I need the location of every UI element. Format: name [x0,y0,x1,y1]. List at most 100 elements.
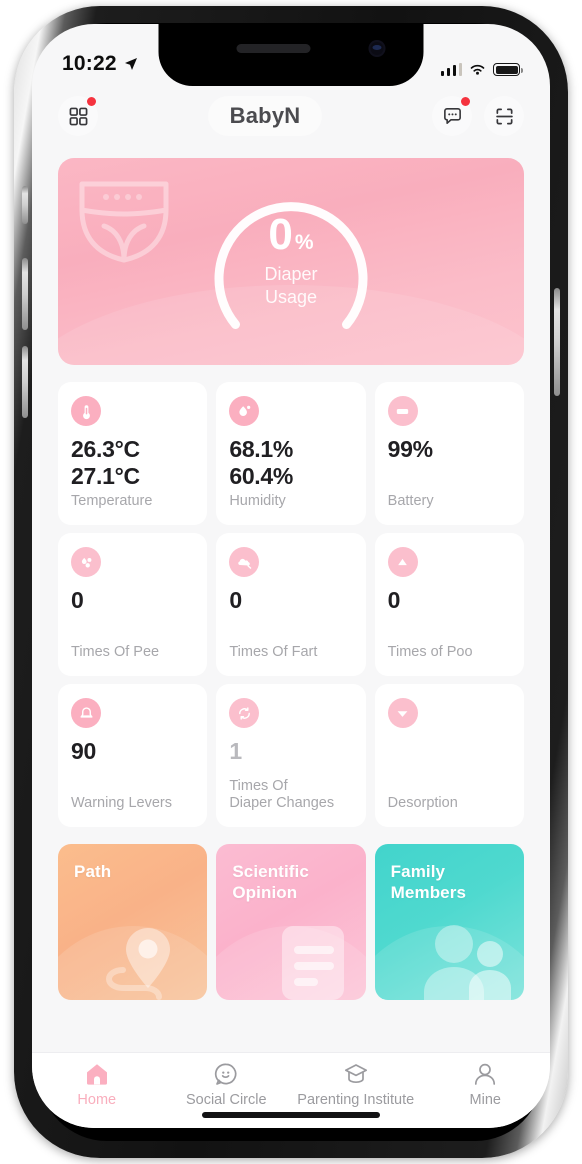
diaper-changes-label-1: Times Of [229,777,288,794]
metric-card-times-of-fart[interactable]: 0 Times Of Fart [216,533,366,676]
document-icon [281,926,344,1000]
times-of-fart-value: 0 [229,587,242,613]
people-icon [423,925,511,1000]
volume-up-button[interactable] [22,258,28,330]
metric-label: Temperature [71,493,153,510]
location-arrow-icon [124,58,137,70]
humidity-drop-icon [229,396,260,426]
status-indicators [440,63,523,76]
feature-title: Family Members [391,861,524,904]
metric-label: Battery [387,493,434,510]
metric-card-humidity[interactable]: 68.1% 60.4% Humidity [216,382,366,525]
gauge-value: 0 [268,210,293,259]
metric-value: 26.3°C 27.1°C [71,436,195,490]
battery-value: 99% [387,436,433,462]
map-pin-icon [106,928,171,1000]
battery-icon [387,396,418,426]
metric-card-desorption[interactable]: Desorption [374,684,524,827]
metric-label: Times Of Fart [229,644,318,661]
silent-switch[interactable] [22,186,28,224]
feature-card-scientific-opinion[interactable]: Scientific Opinion [216,844,366,1000]
desorption-icon [387,698,418,728]
metric-value: 68.1% 60.4% [229,436,353,490]
chat-button[interactable] [432,96,472,136]
metric-label: Warning Levers [71,795,173,812]
humidity-value-2: 60.4% [229,463,294,490]
graduation-cap-icon [344,1064,367,1084]
diaper-icon [79,181,169,263]
metric-label: Humidity [229,493,286,510]
path-title-line1: Path [74,862,112,881]
feature-title: Scientific Opinion [232,861,365,904]
phone-screen: 10:22 BabyN 0 % Diaper Usage 26.3°C 27.1… [32,24,550,1128]
humidity-value-1: 68.1% [229,436,294,462]
times-of-pee-value: 0 [71,587,84,613]
metric-value: 99% [388,436,512,463]
feature-card-family-members[interactable]: Family Members [374,844,524,1000]
metric-value: 0 [388,587,512,614]
header-actions [432,96,524,136]
chat-bubble-icon [443,107,461,124]
diaper-usage-gauge: 0 % Diaper Usage [191,169,391,354]
feature-card-path[interactable]: Path [58,844,208,1000]
feature-cards: Path Scientific Opinion Family Members [58,844,524,1000]
grid-menu-button[interactable] [58,96,98,136]
chat-badge [461,97,470,106]
fart-cloud-icon [229,547,260,577]
gauge-value-row: 0 % [191,213,391,257]
wifi-icon [470,64,485,75]
metric-card-warning-levers[interactable]: 90 Warning Levers [58,684,208,827]
status-time-text: 10:22 [62,52,117,75]
tab-label: Home [77,1092,117,1108]
tab-label: Social Circle [185,1092,267,1108]
scan-button[interactable] [484,96,524,136]
diaper-usage-card[interactable]: 0 % Diaper Usage [58,158,524,365]
metric-card-times-of-pee[interactable]: 0 Times Of Pee [58,533,208,676]
battery-full-icon [493,63,523,76]
gauge-center-readout: 0 % Diaper Usage [191,213,391,309]
pee-drops-icon [71,547,101,577]
volume-down-button[interactable] [22,346,28,418]
gauge-label-line1: Diaper [264,264,318,284]
scientific-title-line2: Opinion [232,883,298,903]
metric-card-times-of-diaper-changes[interactable]: 1 Times Of Diaper Changes [216,684,366,827]
metric-label: Times Of Pee [71,644,160,661]
tab-home[interactable]: Home [32,1061,162,1108]
metrics-grid: 26.3°C 27.1°C Temperature 68.1% 60.4% Hu… [58,382,524,827]
grid-menu-icon [69,107,87,125]
metric-card-temperature[interactable]: 26.3°C 27.1°C Temperature [58,382,208,525]
tab-social-circle[interactable]: Social Circle [162,1061,292,1108]
times-of-diaper-changes-value: 1 [229,738,242,764]
metric-value: 0 [71,587,195,614]
metric-label: Times Of Diaper Changes [229,778,357,813]
tab-mine[interactable]: Mine [421,1061,551,1108]
metric-card-times-of-poo[interactable]: 0 Times of Poo [374,533,524,676]
tab-label: Mine [469,1092,501,1108]
app-root: 10:22 BabyN 0 % Diaper Usage 26.3°C 27.1… [32,24,550,1128]
person-icon [475,1063,496,1085]
main-content: 0 % Diaper Usage 26.3°C 27.1°C Temperatu… [32,152,550,1052]
page-title: BabyN [207,96,323,136]
power-button[interactable] [554,288,560,396]
temperature-value-1: 26.3°C [71,436,140,462]
status-time-group: 10:22 [62,52,139,76]
home-indicator[interactable] [202,1112,380,1118]
gauge-label-line2: Usage [264,287,318,308]
cellular-signal-icon [440,63,462,76]
feature-title: Path [74,861,207,882]
home-icon [86,1064,107,1085]
diaper-changes-label-2: Diaper Changes [229,795,335,812]
metric-value: 1 [229,738,353,765]
metric-value: 0 [229,587,353,614]
grid-menu-badge [87,97,96,106]
bell-alert-icon [71,698,101,728]
status-bar: 10:22 [32,24,550,80]
metric-card-battery[interactable]: 99% Battery [374,382,524,525]
diaper-change-icon [229,698,260,728]
metric-label: Times of Poo [387,644,473,661]
warning-levers-value: 90 [71,738,96,764]
gauge-unit: % [294,231,314,254]
tab-label: Parenting Institute [297,1092,415,1108]
smiley-chat-icon [215,1063,237,1085]
tab-parenting-institute[interactable]: Parenting Institute [291,1061,421,1108]
